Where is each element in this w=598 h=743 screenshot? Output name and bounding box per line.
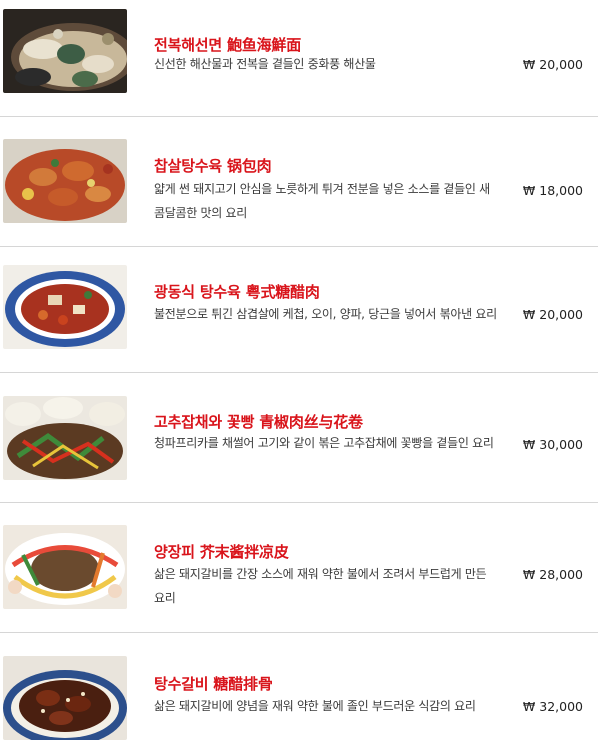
dish-title: 양장피 芥末酱拌凉皮 — [154, 543, 289, 561]
menu-item[interactable]: 전복해선면 鮑鱼海鮮面 신선한 해산물과 전복을 곁들인 중화풍 해산물 ₩ 2… — [0, 0, 598, 116]
dish-title: 광동식 탕수육 粤式糖醋肉 — [154, 283, 320, 301]
dish-price: ₩ 20,000 — [522, 57, 583, 72]
dish-description: 청파프리카를 채썰어 고기와 같이 볶은 고추잡채에 꽃빵을 곁들인 요리 — [154, 436, 494, 450]
dish-price: ₩ 20,000 — [522, 307, 583, 322]
dish-photo-sweet-sour-pork — [3, 139, 127, 223]
menu-item[interactable]: 찹살탕수육 锅包肉 얇게 썬 돼지고기 안심을 노릇하게 튀겨 전분을 넣은 소… — [0, 117, 598, 246]
dish-photo-sweet-sour-ribs — [3, 656, 127, 740]
menu-item[interactable]: 고추잡채와 꽃빵 青椒肉丝与花卷 청파프리카를 채썰어 고기와 같이 볶은 고추… — [0, 373, 598, 502]
menu-item[interactable]: 탕수갈비 糖醋排骨 삶은 돼지갈비에 양념을 재워 약한 불에 졸인 부드러운 … — [0, 633, 598, 743]
dish-title: 탕수갈비 糖醋排骨 — [154, 675, 273, 693]
dish-description: 삶은 돼지갈비에 양념을 재워 약한 불에 졸인 부드러운 식감의 요리 — [154, 699, 476, 713]
dish-price: ₩ 32,000 — [522, 699, 583, 714]
dish-description: 삶은 돼지갈비를 간장 소스에 재워 약한 불에서 조려서 부드럽게 만든 요리 — [154, 567, 487, 605]
dish-photo-pepper-pork-buns — [3, 396, 127, 480]
dish-price: ₩ 28,000 — [522, 567, 583, 582]
dish-photo-abalone-noodle — [3, 9, 127, 93]
dish-description: 얇게 썬 돼지고기 안심을 노릇하게 튀겨 전분을 넣은 소스를 곁들인 새콤달… — [154, 182, 490, 220]
dish-photo-cantonese-pork — [3, 265, 127, 349]
dish-title: 고추잡채와 꽃빵 青椒肉丝与花卷 — [154, 413, 363, 431]
dish-price: ₩ 18,000 — [522, 183, 583, 198]
dish-photo-yangjangpi — [3, 525, 127, 609]
menu-item[interactable]: 양장피 芥末酱拌凉皮 삶은 돼지갈비를 간장 소스에 재워 약한 불에서 조려서… — [0, 503, 598, 632]
dish-description: 불전분으로 튀긴 삼겹살에 케첩, 오이, 양파, 당근을 넣어서 볶아낸 요리 — [154, 307, 497, 321]
dish-price: ₩ 30,000 — [522, 437, 583, 452]
dish-description: 신선한 해산물과 전복을 곁들인 중화풍 해산물 — [154, 57, 376, 71]
dish-title: 찹살탕수육 锅包肉 — [154, 157, 272, 175]
menu-item[interactable]: 광동식 탕수육 粤式糖醋肉 불전분으로 튀긴 삼겹살에 케첩, 오이, 양파, … — [0, 247, 598, 372]
